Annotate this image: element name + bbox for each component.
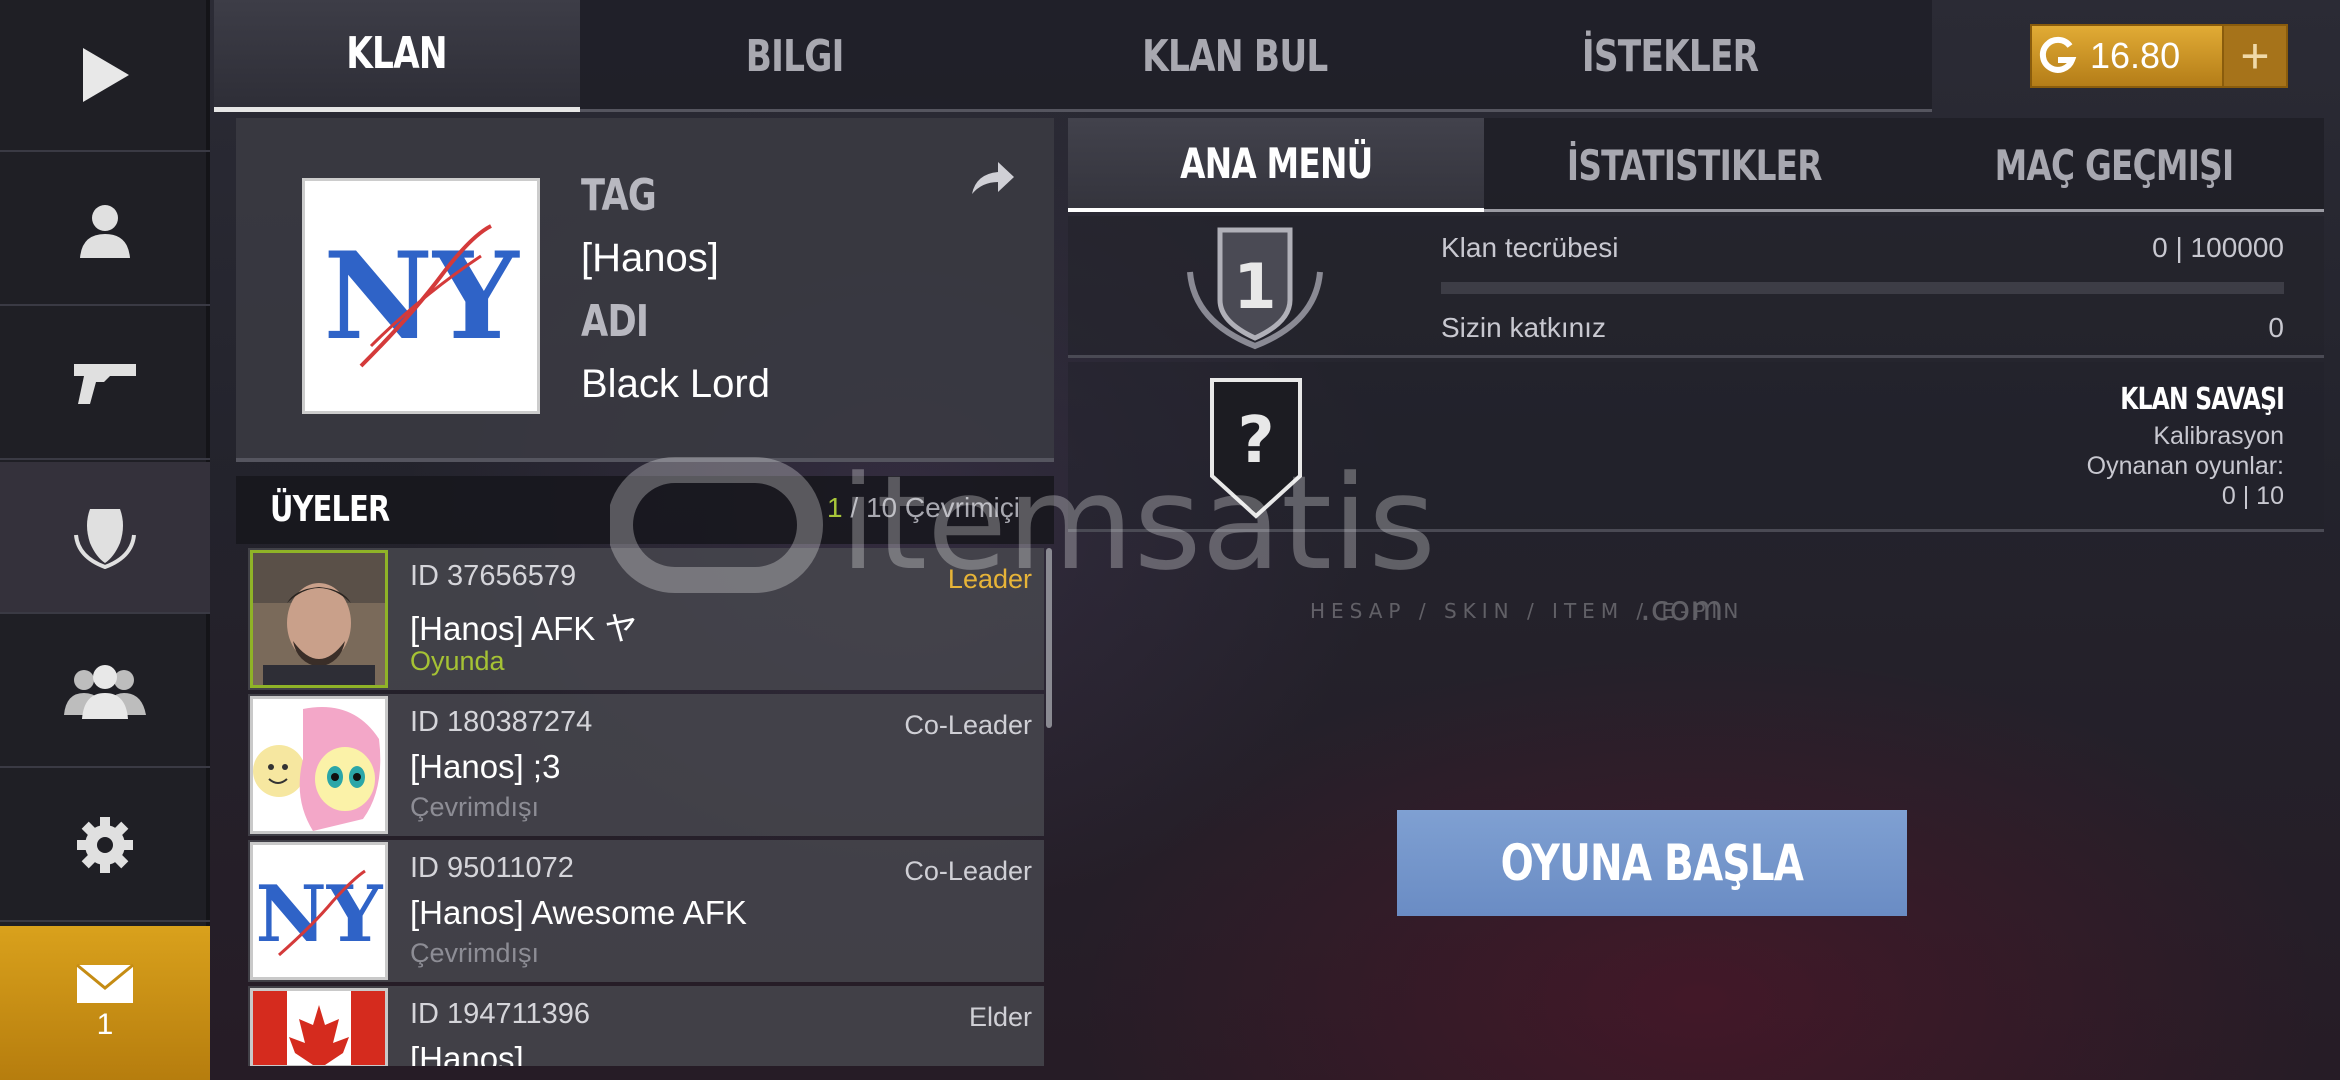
tab-bilgi[interactable]: BILGI xyxy=(580,0,1010,112)
top-tab-bar: KLAN BILGI KLAN BUL İSTEKLER xyxy=(214,0,1932,112)
contribution-label: Sizin katkınız xyxy=(1441,312,1606,343)
clan-xp-value: 0 | 100000 xyxy=(2152,232,2284,263)
weapon-icon xyxy=(74,364,136,404)
name-label: ADI xyxy=(581,296,649,347)
sidebar-item-weapons[interactable] xyxy=(0,308,210,460)
tab-istatistikler[interactable]: İSTATISTIKLER xyxy=(1484,118,1904,212)
avatar xyxy=(250,988,388,1066)
start-game-button[interactable]: OYUNA BAŞLA xyxy=(1397,810,1907,916)
gold-amount: 16.80 xyxy=(2090,35,2181,76)
gold-coin-icon xyxy=(2032,24,2084,88)
play-icon xyxy=(83,48,129,102)
sidebar-item-friends[interactable] xyxy=(0,616,210,768)
svg-text:HESAP / SKIN / ITEM / E-PIN: HESAP / SKIN / ITEM / E-PIN xyxy=(1310,599,1740,623)
member-row[interactable]: ID 194711396 [Hanos] . . . Elder xyxy=(248,986,1044,1066)
member-role: Co-Leader xyxy=(904,710,1032,740)
member-role: Elder xyxy=(968,1002,1032,1032)
member-id: ID 180387274 xyxy=(410,706,593,738)
svg-text:.com: .com xyxy=(1640,589,1723,629)
sidebar-item-mail[interactable]: 1 xyxy=(0,926,210,1080)
members-header: ÜYELER 1 / 10 Çevrimiçi xyxy=(236,476,1054,544)
unknown-rank-icon: ? xyxy=(1210,378,1302,519)
tag-label: TAG xyxy=(581,170,657,221)
clan-logo: NY xyxy=(302,178,540,414)
svg-text:NY: NY xyxy=(323,226,520,367)
mail-count-badge: 1 xyxy=(96,1008,114,1041)
member-role: Leader xyxy=(947,564,1032,594)
members-scrollbar[interactable] xyxy=(1046,548,1052,728)
tab-klan[interactable]: KLAN xyxy=(214,0,580,112)
sidebar-item-settings[interactable] xyxy=(0,770,210,922)
member-status: Oyunda xyxy=(410,646,505,676)
member-status: Çevrimdışı xyxy=(410,938,540,968)
unknown-rank-mark: ? xyxy=(1237,404,1274,478)
member-status: Çevrimdışı xyxy=(410,792,540,822)
sidebar-item-clan[interactable] xyxy=(0,462,210,614)
clan-shield-icon xyxy=(74,509,136,569)
games-played-value: 0 | 10 xyxy=(2221,482,2284,510)
clan-xp-panel: 1 Klan tecrübesi 0 | 100000 Sizin katkın… xyxy=(1068,216,2324,358)
member-name: [Hanos] ;3 xyxy=(410,748,561,785)
member-row[interactable]: NY ID 95011072 [Hanos] Awesome AFK Çevri… xyxy=(248,840,1044,982)
sidebar: 1 xyxy=(0,0,210,1080)
member-row[interactable]: ID 37656579 [Hanos] AFK ヤ Oyunda Leader xyxy=(248,548,1044,690)
sub-tab-bar: ANA MENÜ İSTATISTIKLER MAÇ GEÇMIŞI xyxy=(1068,118,2324,212)
member-role: Co-Leader xyxy=(904,856,1032,886)
tab-mac-gecmisi[interactable]: MAÇ GEÇMIŞI xyxy=(1904,118,2324,212)
clan-war-status: Kalibrasyon xyxy=(2153,422,2284,450)
clan-tag-value: [Hanos] xyxy=(581,236,719,280)
tab-klan-bul[interactable]: KLAN BUL xyxy=(1010,0,1460,112)
member-name: [Hanos] AFK ヤ xyxy=(410,610,638,647)
rank-badge-icon: 1 xyxy=(1187,227,1323,350)
friends-icon xyxy=(64,665,146,719)
sidebar-item-play[interactable] xyxy=(0,0,210,152)
member-row[interactable]: ID 180387274 [Hanos] ;3 Çevrimdışı Co-Le… xyxy=(248,694,1044,836)
games-played-label: Oynanan oyunlar: xyxy=(2086,452,2284,480)
clan-name-value: Black Lord xyxy=(581,362,770,406)
member-id: ID 194711396 xyxy=(410,998,591,1030)
share-button[interactable] xyxy=(970,160,1016,201)
share-icon xyxy=(972,162,1014,194)
members-title: ÜYELER xyxy=(270,489,390,530)
clan-xp-progress-bar xyxy=(1441,282,2284,294)
tab-istekler[interactable]: İSTEKLER xyxy=(1460,0,1880,112)
rank-level: 1 xyxy=(1233,250,1276,323)
clan-war-title: KLAN SAVAŞI xyxy=(2120,382,2285,417)
member-id: ID 95011072 xyxy=(410,852,574,884)
contribution-value: 0 xyxy=(2268,312,2284,343)
member-name: [Hanos] . . . xyxy=(410,1040,579,1066)
clan-xp-label: Klan tecrübesi xyxy=(1441,232,1619,263)
profile-icon xyxy=(80,205,130,258)
gold-currency: 16.80 + xyxy=(2030,24,2288,88)
avatar xyxy=(250,550,388,688)
settings-icon xyxy=(77,817,133,873)
member-name: [Hanos] Awesome AFK xyxy=(410,894,747,931)
members-online-count: 1 / 10 Çevrimiçi xyxy=(827,492,1020,523)
avatar: NY xyxy=(250,842,388,980)
member-id: ID 37656579 xyxy=(410,560,577,592)
add-gold-button[interactable]: + xyxy=(2222,26,2286,86)
avatar xyxy=(250,696,388,834)
tab-ana-menu[interactable]: ANA MENÜ xyxy=(1068,118,1484,212)
mail-icon xyxy=(76,964,134,1003)
sidebar-item-profile[interactable] xyxy=(0,154,210,306)
clan-info-panel: NY TAG [Hanos] ADI Black Lord xyxy=(236,118,1054,462)
clan-war-panel: ? KLAN SAVAŞI Kalibrasyon Oynanan oyunla… xyxy=(1068,362,2324,532)
